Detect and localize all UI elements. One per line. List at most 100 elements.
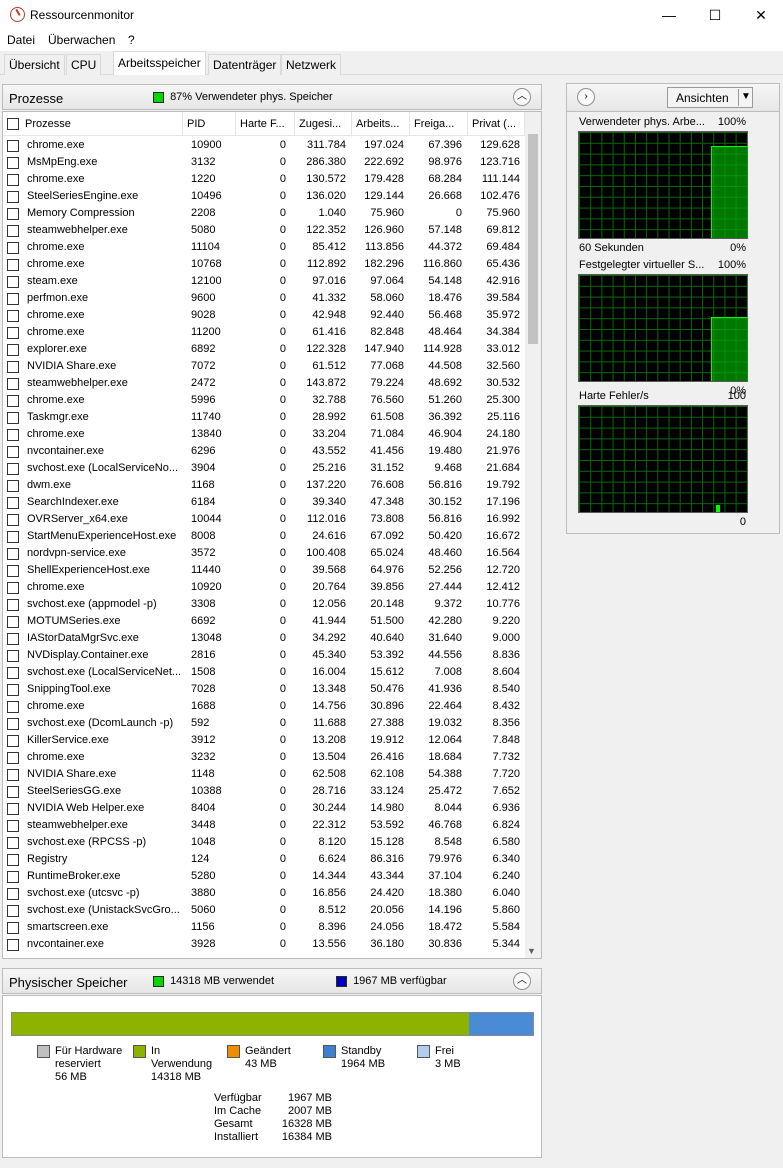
physical-memory-header[interactable]: Physischer Speicher 14318 MB verwendet 1…	[2, 968, 542, 994]
process-checkbox[interactable]	[7, 344, 19, 356]
process-checkbox[interactable]	[7, 803, 19, 815]
table-row[interactable]: OVRServer_x64.exe 10044 0 112.016 73.808 56.8…	[3, 511, 523, 528]
table-row[interactable]: chrome.exe 9028 0 42.948 92.440 56.468 35.972	[3, 307, 523, 324]
process-checkbox[interactable]	[7, 429, 19, 441]
table-row[interactable]: SnippingTool.exe 7028 0 13.348 50.476 41.936 8…	[3, 681, 523, 698]
toggle-graphs-button[interactable]: ›	[577, 88, 595, 106]
table-row[interactable]: perfmon.exe 9600 0 41.332 58.060 18.476 39.584	[3, 290, 523, 307]
process-checkbox[interactable]	[7, 548, 19, 560]
table-row[interactable]: svchost.exe (LocalServiceNo... 3904 0 25.21…	[3, 460, 523, 477]
table-row[interactable]: StartMenuExperienceHost.exe 8008 0 24.616 67…	[3, 528, 523, 545]
table-row[interactable]: nvcontainer.exe 6296 0 43.552 41.456 19.480 21…	[3, 443, 523, 460]
scroll-thumb[interactable]	[528, 134, 538, 344]
views-button[interactable]: Ansichten ▼	[667, 87, 753, 108]
table-row[interactable]: NVIDIA Share.exe 1148 0 62.508 62.108 54.388 7…	[3, 766, 523, 783]
table-row[interactable]: SearchIndexer.exe 6184 0 39.340 47.348 30.152…	[3, 494, 523, 511]
process-checkbox[interactable]	[7, 174, 19, 186]
menu-help[interactable]: ?	[128, 33, 135, 47]
dropdown-arrow-icon[interactable]: ▼	[741, 91, 751, 102]
table-row[interactable]: Registry 124 0 6.624 86.316 79.976 6.340	[3, 851, 523, 868]
table-row[interactable]: Memory Compression 2208 0 1.040 75.960 0 75.96…	[3, 205, 523, 222]
col-pid[interactable]: PID	[183, 112, 236, 136]
processes-header[interactable]: Prozesse 87% Verwendeter phys. Speicher …	[2, 84, 542, 110]
process-checkbox[interactable]	[7, 735, 19, 747]
process-checkbox[interactable]	[7, 905, 19, 917]
process-checkbox[interactable]	[7, 854, 19, 866]
collapse-physical-button[interactable]: ︿	[513, 972, 531, 990]
table-row[interactable]: nvcontainer.exe 3928 0 13.556 36.180 30.836 5.…	[3, 936, 523, 953]
process-checkbox[interactable]	[7, 565, 19, 577]
table-row[interactable]: Taskmgr.exe 11740 0 28.992 61.508 36.392 25.11…	[3, 409, 523, 426]
table-row[interactable]: chrome.exe 11200 0 61.416 82.848 48.464 34.384	[3, 324, 523, 341]
table-row[interactable]: KillerService.exe 3912 0 13.208 19.912 12.064…	[3, 732, 523, 749]
process-checkbox[interactable]	[7, 497, 19, 509]
process-checkbox[interactable]	[7, 208, 19, 220]
table-row[interactable]: smartscreen.exe 1156 0 8.396 24.056 18.472 5.5…	[3, 919, 523, 936]
col-working-set[interactable]: Arbeits...	[352, 112, 410, 136]
process-checkbox[interactable]	[7, 837, 19, 849]
table-row[interactable]: RuntimeBroker.exe 5280 0 14.344 43.344 37.104…	[3, 868, 523, 885]
process-checkbox[interactable]	[7, 463, 19, 475]
process-checkbox[interactable]	[7, 276, 19, 288]
col-hard-faults[interactable]: Harte F...	[236, 112, 295, 136]
scroll-down-arrow[interactable]: ▼	[527, 946, 536, 956]
table-row[interactable]: chrome.exe 10920 0 20.764 39.856 27.444 12.412	[3, 579, 523, 596]
process-checkbox[interactable]	[7, 310, 19, 322]
process-checkbox[interactable]	[7, 871, 19, 883]
process-checkbox[interactable]	[7, 752, 19, 764]
table-row[interactable]: NVIDIA Web Helper.exe 8404 0 30.244 14.980 8.…	[3, 800, 523, 817]
table-row[interactable]: svchost.exe (RPCSS -p) 1048 0 8.120 15.128 8.…	[3, 834, 523, 851]
process-checkbox[interactable]	[7, 633, 19, 645]
col-commit[interactable]: Zugesi...	[295, 112, 352, 136]
table-row[interactable]: dwm.exe 1168 0 137.220 76.608 56.816 19.792	[3, 477, 523, 494]
process-checkbox[interactable]	[7, 361, 19, 373]
process-checkbox[interactable]	[7, 480, 19, 492]
collapse-processes-button[interactable]: ︿	[513, 88, 531, 106]
table-row[interactable]: IAStorDataMgrSvc.exe 13048 0 34.292 40.640 31…	[3, 630, 523, 647]
process-checkbox[interactable]	[7, 718, 19, 730]
tab-disk[interactable]: Datenträger	[208, 54, 282, 75]
close-button[interactable]: ✕	[738, 0, 783, 30]
process-checkbox[interactable]	[7, 191, 19, 203]
process-checkbox[interactable]	[7, 140, 19, 152]
table-row[interactable]: chrome.exe 1688 0 14.756 30.896 22.464 8.432	[3, 698, 523, 715]
main-scrollbar[interactable]	[542, 968, 560, 1158]
select-all-checkbox[interactable]	[7, 118, 19, 130]
menu-ueberwachen[interactable]: Überwachen	[48, 33, 115, 47]
process-checkbox[interactable]	[7, 157, 19, 169]
process-checkbox[interactable]	[7, 701, 19, 713]
table-row[interactable]: svchost.exe (DcomLaunch -p) 592 0 11.688 27.…	[3, 715, 523, 732]
table-row[interactable]: nordvpn-service.exe 3572 0 100.408 65.024 48.…	[3, 545, 523, 562]
process-checkbox[interactable]	[7, 616, 19, 628]
process-checkbox[interactable]	[7, 412, 19, 424]
col-process[interactable]: Prozesse	[21, 112, 183, 136]
process-checkbox[interactable]	[7, 922, 19, 934]
process-checkbox[interactable]	[7, 378, 19, 390]
process-checkbox[interactable]	[7, 327, 19, 339]
table-row[interactable]: SteelSeriesEngine.exe 10496 0 136.020 129.14…	[3, 188, 523, 205]
table-row[interactable]: chrome.exe 1220 0 130.572 179.428 68.284 111.1…	[3, 171, 523, 188]
table-row[interactable]: steamwebhelper.exe 3448 0 22.312 53.592 46.76…	[3, 817, 523, 834]
table-row[interactable]: svchost.exe (utcsvc -p) 3880 0 16.856 24.420…	[3, 885, 523, 902]
table-row[interactable]: NVIDIA Share.exe 7072 0 61.512 77.068 44.508 3…	[3, 358, 523, 375]
process-checkbox[interactable]	[7, 531, 19, 543]
process-checkbox[interactable]	[7, 786, 19, 798]
table-row[interactable]: MsMpEng.exe 3132 0 286.380 222.692 98.976 123.…	[3, 154, 523, 171]
process-checkbox[interactable]	[7, 446, 19, 458]
tab-network[interactable]: Netzwerk	[281, 54, 342, 75]
maximize-button[interactable]: ☐	[692, 0, 738, 30]
processes-scrollbar[interactable]: ▼	[525, 112, 541, 958]
table-row[interactable]: steamwebhelper.exe 2472 0 143.872 79.224 48.6…	[3, 375, 523, 392]
table-row[interactable]: MOTUMSeries.exe 6692 0 41.944 51.500 42.280 9.…	[3, 613, 523, 630]
process-checkbox[interactable]	[7, 582, 19, 594]
table-row[interactable]: chrome.exe 11104 0 85.412 113.856 44.372 69.48…	[3, 239, 523, 256]
table-row[interactable]: svchost.exe (LocalServiceNet... 1508 0 16.0…	[3, 664, 523, 681]
table-row[interactable]: steam.exe 12100 0 97.016 97.064 54.148 42.916	[3, 273, 523, 290]
col-private[interactable]: Privat (...	[468, 112, 525, 136]
col-shareable[interactable]: Freiga...	[410, 112, 468, 136]
table-row[interactable]: steamwebhelper.exe 5080 0 122.352 126.960 57.…	[3, 222, 523, 239]
table-row[interactable]: chrome.exe 10768 0 112.892 182.296 116.860 65.…	[3, 256, 523, 273]
process-checkbox[interactable]	[7, 939, 19, 951]
table-row[interactable]: explorer.exe 6892 0 122.328 147.940 114.928 33…	[3, 341, 523, 358]
table-row[interactable]: NVDisplay.Container.exe 2816 0 45.340 53.392…	[3, 647, 523, 664]
